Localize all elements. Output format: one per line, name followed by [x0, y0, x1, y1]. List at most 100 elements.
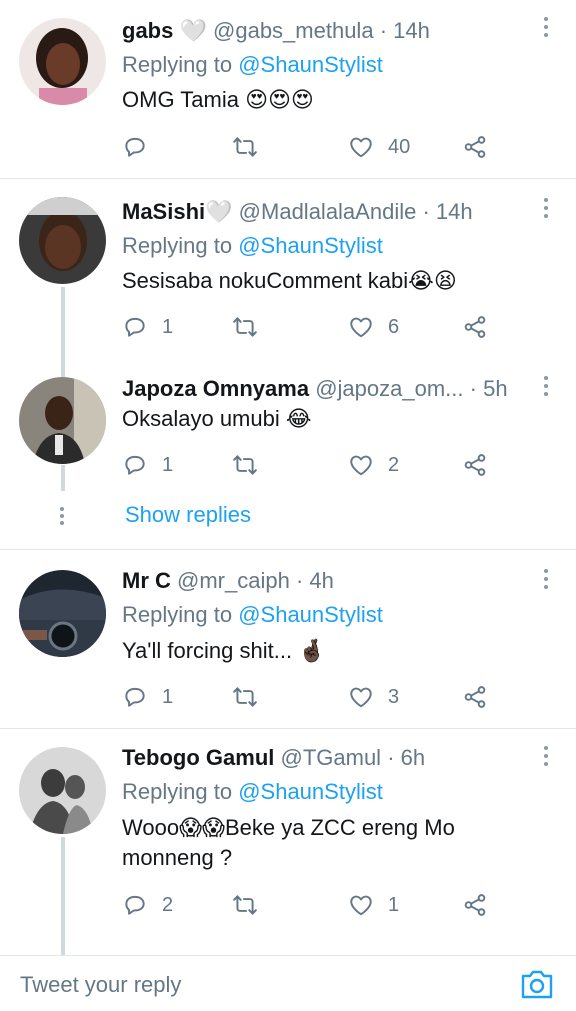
avatar[interactable]: [19, 570, 106, 657]
replying-prefix: Replying to: [122, 602, 233, 627]
replying-to: Replying to @ShaunStylist: [122, 777, 383, 807]
share-button[interactable]: [462, 682, 488, 712]
retweet-button[interactable]: [232, 890, 272, 920]
replying-to: Replying to @ShaunStylist: [122, 50, 383, 80]
replying-prefix: Replying to: [122, 52, 233, 77]
tweet-gabs[interactable]: gabs 🤍 @gabs_methula · 14h Replying to @…: [0, 0, 576, 178]
timestamp[interactable]: 14h: [393, 18, 430, 43]
reply-button[interactable]: 1: [122, 450, 173, 480]
reply-button[interactable]: 1: [122, 312, 173, 342]
name-emoji: 🤍: [205, 199, 233, 224]
mention-link[interactable]: @ShaunStylist: [238, 779, 383, 804]
tweet-mr-c[interactable]: Mr C @mr_caiph · 4h Replying to @ShaunSt…: [0, 550, 576, 728]
handle[interactable]: @japoza_om...: [315, 376, 463, 401]
separator-dot: ·: [295, 568, 304, 593]
separator-dot: ·: [422, 199, 430, 224]
mention-link[interactable]: @ShaunStylist: [238, 602, 383, 627]
tweet-header: Japoza Omnyama @japoza_om... · 5h: [122, 374, 536, 404]
more-options-icon[interactable]: [542, 198, 550, 222]
like-count: 40: [388, 135, 411, 158]
like-button[interactable]: 1: [348, 890, 399, 920]
like-button[interactable]: 40: [348, 132, 410, 162]
share-icon: [464, 136, 486, 158]
handle[interactable]: @MadlalalaAndile: [239, 199, 417, 224]
heart-icon: [350, 455, 372, 476]
reply-count: 1: [162, 453, 174, 476]
display-name[interactable]: Tebogo Gamul: [122, 745, 274, 770]
retweet-button[interactable]: [232, 312, 272, 342]
like-count: 3: [388, 685, 400, 708]
thread-line: [61, 359, 65, 379]
action-bar: 40: [122, 132, 502, 162]
retweet-button[interactable]: [232, 682, 272, 712]
handle[interactable]: @TGamul: [281, 745, 382, 770]
like-count: 6: [388, 315, 400, 338]
replying-prefix: Replying to: [122, 779, 233, 804]
tweet-japoza[interactable]: Japoza Omnyama @japoza_om... · 5h Oksala…: [0, 359, 576, 549]
timestamp[interactable]: 14h: [436, 199, 473, 224]
avatar[interactable]: [19, 747, 106, 834]
tweet-header: gabs 🤍 @gabs_methula · 14h: [122, 16, 536, 46]
separator-dot: ·: [387, 745, 395, 770]
retweet-icon: [233, 137, 257, 157]
heart-icon: [350, 687, 372, 708]
reply-icon: [125, 137, 145, 157]
more-options-icon[interactable]: [542, 376, 550, 400]
reply-composer: Tweet your reply: [0, 955, 576, 1011]
reply-button[interactable]: 2: [122, 890, 173, 920]
retweet-button[interactable]: [232, 132, 272, 162]
share-button[interactable]: [462, 890, 488, 920]
reply-button[interactable]: 1: [122, 682, 173, 712]
like-count: 2: [388, 453, 400, 476]
mention-link[interactable]: @ShaunStylist: [238, 233, 383, 258]
timestamp[interactable]: 5h: [483, 376, 507, 401]
mention-link[interactable]: @ShaunStylist: [238, 52, 383, 77]
retweet-button[interactable]: [232, 450, 272, 480]
share-icon: [464, 686, 486, 708]
tweet-text: Ya'll forcing shit... 🤞🏿: [122, 638, 326, 663]
avatar[interactable]: [19, 377, 106, 464]
share-button[interactable]: [462, 450, 488, 480]
handle[interactable]: @gabs_methula: [213, 18, 374, 43]
tweet-text: Sesisaba nokuComment kabi😭😫: [122, 268, 457, 293]
reply-input[interactable]: Tweet your reply: [20, 972, 181, 998]
reply-icon: [125, 895, 145, 915]
more-replies-indicator: [60, 507, 64, 528]
display-name[interactable]: MaSishi: [122, 199, 205, 224]
share-button[interactable]: [462, 132, 488, 162]
retweet-icon: [233, 687, 257, 707]
camera-icon[interactable]: [520, 968, 554, 1000]
reply-count: 1: [162, 315, 174, 338]
more-options-icon[interactable]: [542, 569, 550, 593]
retweet-icon: [233, 895, 257, 915]
action-bar: 2 1: [122, 890, 502, 920]
replying-to: Replying to @ShaunStylist: [122, 231, 383, 261]
show-replies-link[interactable]: Show replies: [125, 500, 251, 530]
timestamp[interactable]: 6h: [401, 745, 425, 770]
tweet-masishi[interactable]: MaSishi🤍 @MadlalalaAndile · 14h Replying…: [0, 179, 576, 379]
tweet-text: OMG Tamia 😍😍😍: [122, 87, 314, 112]
like-button[interactable]: 3: [348, 682, 399, 712]
reply-count: 1: [162, 685, 174, 708]
display-name[interactable]: Japoza Omnyama: [122, 376, 309, 401]
timestamp[interactable]: 4h: [309, 568, 333, 593]
thread-line: [61, 837, 65, 955]
tweet-text: Wooo😱😱Beke ya ZCC ereng Mo monneng ?: [122, 815, 455, 870]
like-button[interactable]: 6: [348, 312, 399, 342]
more-options-icon[interactable]: [542, 17, 550, 41]
share-icon: [464, 316, 486, 338]
share-icon: [464, 894, 486, 916]
retweet-icon: [233, 317, 257, 337]
avatar[interactable]: [19, 197, 106, 284]
more-options-icon[interactable]: [542, 746, 550, 770]
separator-dot: ·: [469, 376, 477, 401]
handle[interactable]: @mr_caiph: [177, 568, 290, 593]
tweet-tebogo[interactable]: Tebogo Gamul @TGamul · 6h Replying to @S…: [0, 729, 576, 955]
display-name[interactable]: gabs: [122, 18, 173, 43]
tweet-header: Mr C @mr_caiph · 4h: [122, 566, 536, 596]
avatar[interactable]: [19, 18, 106, 105]
reply-button[interactable]: [122, 132, 162, 162]
display-name[interactable]: Mr C: [122, 568, 171, 593]
like-button[interactable]: 2: [348, 450, 399, 480]
share-button[interactable]: [462, 312, 488, 342]
